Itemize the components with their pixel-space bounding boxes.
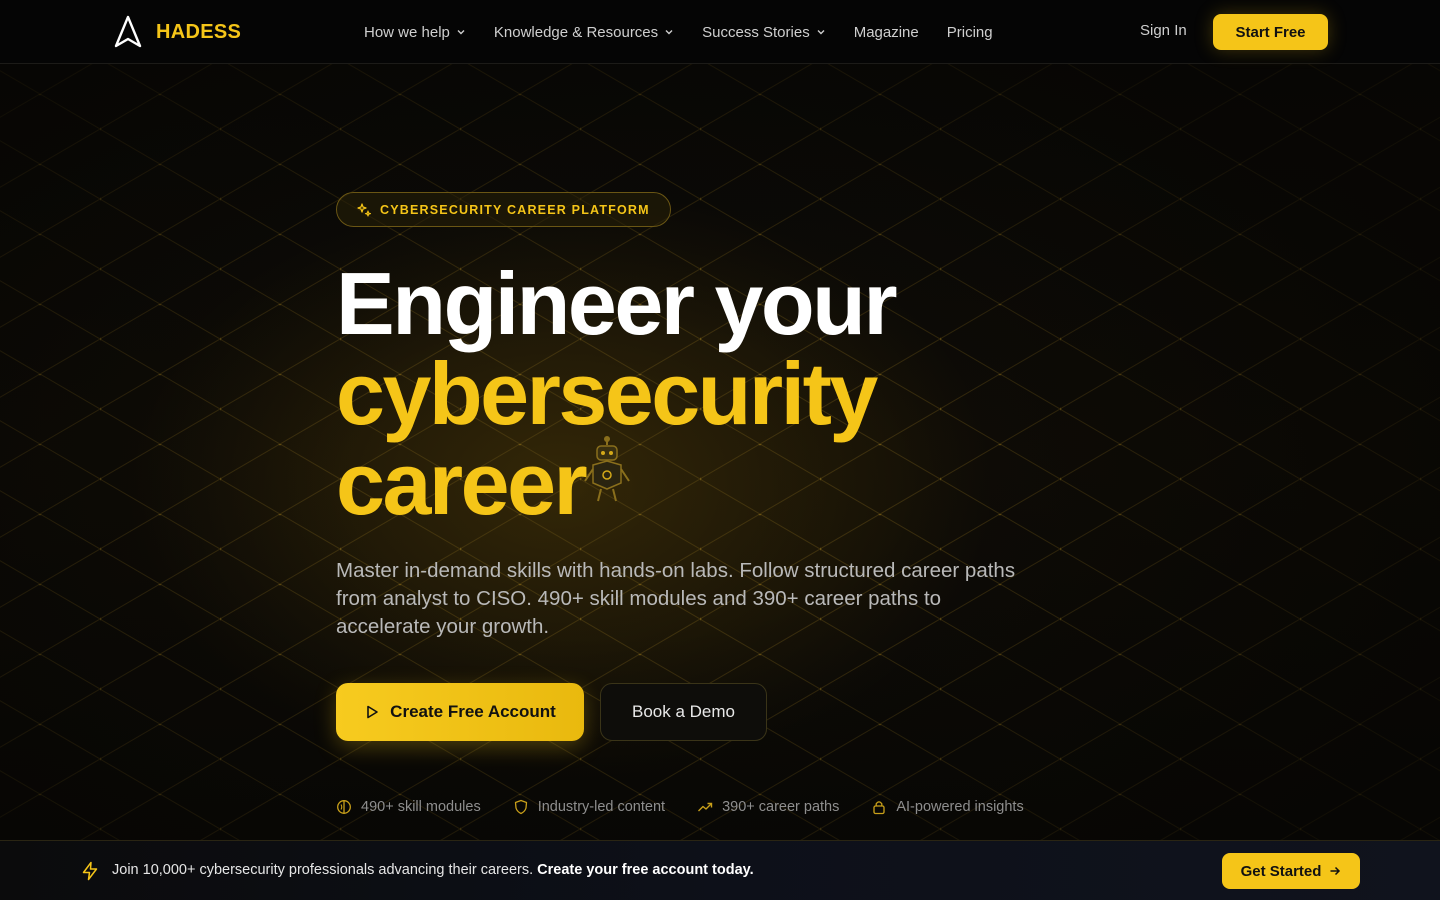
lock-icon [873,801,886,814]
create-free-account-button[interactable]: Create Free Account [336,682,584,741]
brand-name: HADESS [156,20,242,43]
feature-label: AI-powered insights [896,798,1024,815]
start-free-button[interactable]: Start Free [1213,14,1328,50]
chevron-down-icon [457,30,465,35]
brand-logo[interactable]: HADESS [114,15,241,49]
hadess-logo-icon [114,15,142,48]
feature-label: 390+ career paths [722,798,840,815]
banner-message: Join 10,000+ cybersecurity professionals… [112,862,538,878]
nav-item-knowledge-resources[interactable]: Knowledge & Resources [494,24,674,41]
hero-subtitle: Master in-demand skills with hands-on la… [336,558,1016,638]
platform-badge: CYBERSECURITY CAREER PLATFORM [336,192,671,227]
play-icon [367,705,378,719]
main-menu: How we help Knowledge & Resources Succes… [364,0,993,64]
button-label: Create Free Account [390,701,556,721]
badge-label: CYBERSECURITY CAREER PLATFORM [380,202,650,217]
book-demo-button[interactable]: Book a Demo [600,682,767,741]
nav-item-pricing[interactable]: Pricing [947,24,993,41]
chevron-down-icon [665,30,673,35]
get-started-button[interactable]: Get Started [1222,853,1360,889]
banner-text: Join 10,000+ cybersecurity professionals… [112,862,754,878]
arrow-right-icon [1330,866,1341,876]
hero-headline: Engineer your cybersecurity career [336,259,1056,531]
feature-item: 490+ skill modules [336,799,481,815]
nav-item-magazine[interactable]: Magazine [854,24,919,41]
sign-in-link[interactable]: Sign In [1140,22,1187,39]
hero-section: CYBERSECURITY CAREER PLATFORM Engineer y… [336,192,1056,815]
nav-item-label: Success Stories [702,23,810,41]
nav-item-label: Magazine [853,23,919,41]
headline-line-1: Engineer your [336,254,898,353]
button-label: Get Started [1240,862,1322,880]
brain-icon [337,799,351,814]
lightning-icon [82,861,98,881]
feature-label: 490+ skill modules [361,798,481,815]
nav-item-how-we-help[interactable]: How we help [364,24,466,41]
nav-item-label: Knowledge & Resources [493,23,659,41]
feature-item: 390+ career paths [697,799,839,815]
hero-cta-group: Create Free Account Book a Demo [336,682,1056,741]
trending-up-icon [698,802,713,812]
shield-icon [514,799,527,814]
headline-line-2: cybersecurity [336,344,878,443]
chevron-down-icon [817,30,825,35]
feature-list: 490+ skill modules Industry-led content … [336,799,1056,815]
sparkles-icon [357,202,371,217]
banner-emphasis: Create your free account today. [537,862,754,878]
robot-icon [584,435,631,501]
signup-banner: Join 10,000+ cybersecurity professionals… [0,840,1440,900]
nav-item-success-stories[interactable]: Success Stories [702,24,826,41]
nav-item-label: How we help [364,23,450,41]
feature-label: Industry-led content [537,798,666,815]
feature-item: Industry-led content [513,799,665,815]
feature-item: AI-powered insights [871,798,1024,815]
nav-item-label: Pricing [946,23,993,41]
top-navigation: HADESS How we help Knowledge & Resources… [0,0,1440,64]
headline-line-3: career [336,434,588,533]
